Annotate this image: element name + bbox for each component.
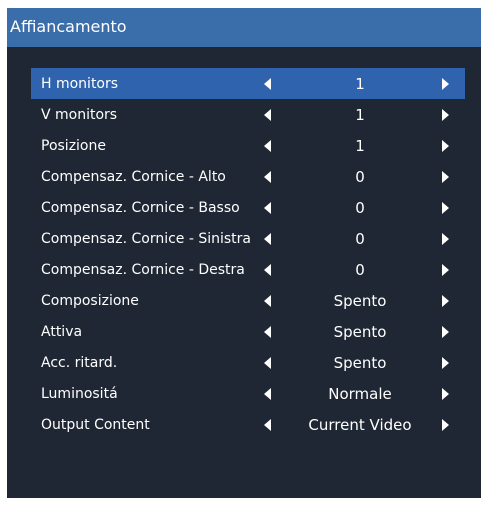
setting-value: 1 (355, 137, 365, 155)
menu-title-bar: Affiancamento (7, 8, 481, 47)
triangle-left-icon[interactable] (264, 264, 271, 276)
triangle-left-icon[interactable] (264, 295, 271, 307)
triangle-left-icon[interactable] (264, 326, 271, 338)
triangle-right-icon[interactable] (442, 109, 449, 121)
triangle-left-icon[interactable] (264, 419, 271, 431)
tiling-menu-panel: Affiancamento H monitors 1 V monitors 1 … (7, 8, 481, 498)
setting-row-acc-ritard[interactable]: Acc. ritard. Spento (31, 347, 465, 378)
triangle-right-icon[interactable] (442, 419, 449, 431)
setting-value: 1 (355, 75, 365, 93)
setting-label: Acc. ritard. (41, 355, 118, 371)
triangle-left-icon[interactable] (264, 78, 271, 90)
setting-label: Compensaz. Cornice - Destra (41, 262, 245, 278)
setting-label: Output Content (41, 417, 150, 433)
setting-value: Spento (333, 354, 387, 372)
triangle-left-icon[interactable] (264, 140, 271, 152)
triangle-right-icon[interactable] (442, 78, 449, 90)
setting-row-bezel-bottom[interactable]: Compensaz. Cornice - Basso 0 (31, 192, 465, 223)
setting-row-output-content[interactable]: Output Content Current Video (31, 409, 465, 440)
setting-label: Attiva (41, 324, 83, 340)
triangle-left-icon[interactable] (264, 357, 271, 369)
triangle-left-icon[interactable] (264, 202, 271, 214)
setting-label: Composizione (41, 293, 139, 309)
triangle-right-icon[interactable] (442, 264, 449, 276)
setting-value: Current Video (308, 416, 412, 434)
setting-label: Luminositá (41, 386, 118, 402)
triangle-right-icon[interactable] (442, 295, 449, 307)
triangle-right-icon[interactable] (442, 357, 449, 369)
setting-row-bezel-top[interactable]: Compensaz. Cornice - Alto 0 (31, 161, 465, 192)
triangle-right-icon[interactable] (442, 233, 449, 245)
menu-title: Affiancamento (10, 17, 127, 36)
setting-row-attiva[interactable]: Attiva Spento (31, 316, 465, 347)
setting-row-v-monitors[interactable]: V monitors 1 (31, 99, 465, 130)
setting-label: Compensaz. Cornice - Alto (41, 169, 226, 185)
setting-row-bezel-left[interactable]: Compensaz. Cornice - Sinistra 0 (31, 223, 465, 254)
setting-value: 0 (355, 261, 365, 279)
setting-label: Posizione (41, 138, 106, 154)
settings-list: H monitors 1 V monitors 1 Posizione 1 Co… (31, 68, 465, 440)
triangle-right-icon[interactable] (442, 326, 449, 338)
triangle-right-icon[interactable] (442, 202, 449, 214)
setting-value: 0 (355, 199, 365, 217)
setting-label: V monitors (41, 107, 118, 123)
setting-value: Spento (333, 323, 387, 341)
triangle-left-icon[interactable] (264, 171, 271, 183)
setting-value: 0 (355, 168, 365, 186)
setting-row-bezel-right[interactable]: Compensaz. Cornice - Destra 0 (31, 254, 465, 285)
triangle-left-icon[interactable] (264, 233, 271, 245)
setting-value: 1 (355, 106, 365, 124)
triangle-right-icon[interactable] (442, 388, 449, 400)
setting-value: Spento (333, 292, 387, 310)
setting-label: Compensaz. Cornice - Sinistra (41, 231, 252, 247)
setting-value: Normale (328, 385, 392, 403)
setting-value: 0 (355, 230, 365, 248)
triangle-left-icon[interactable] (264, 109, 271, 121)
triangle-right-icon[interactable] (442, 140, 449, 152)
setting-label: H monitors (41, 76, 119, 92)
setting-row-composizione[interactable]: Composizione Spento (31, 285, 465, 316)
setting-label: Compensaz. Cornice - Basso (41, 200, 240, 216)
setting-row-h-monitors[interactable]: H monitors 1 (31, 68, 465, 99)
triangle-right-icon[interactable] (442, 171, 449, 183)
setting-row-posizione[interactable]: Posizione 1 (31, 130, 465, 161)
triangle-left-icon[interactable] (264, 388, 271, 400)
setting-row-luminosita[interactable]: Luminositá Normale (31, 378, 465, 409)
